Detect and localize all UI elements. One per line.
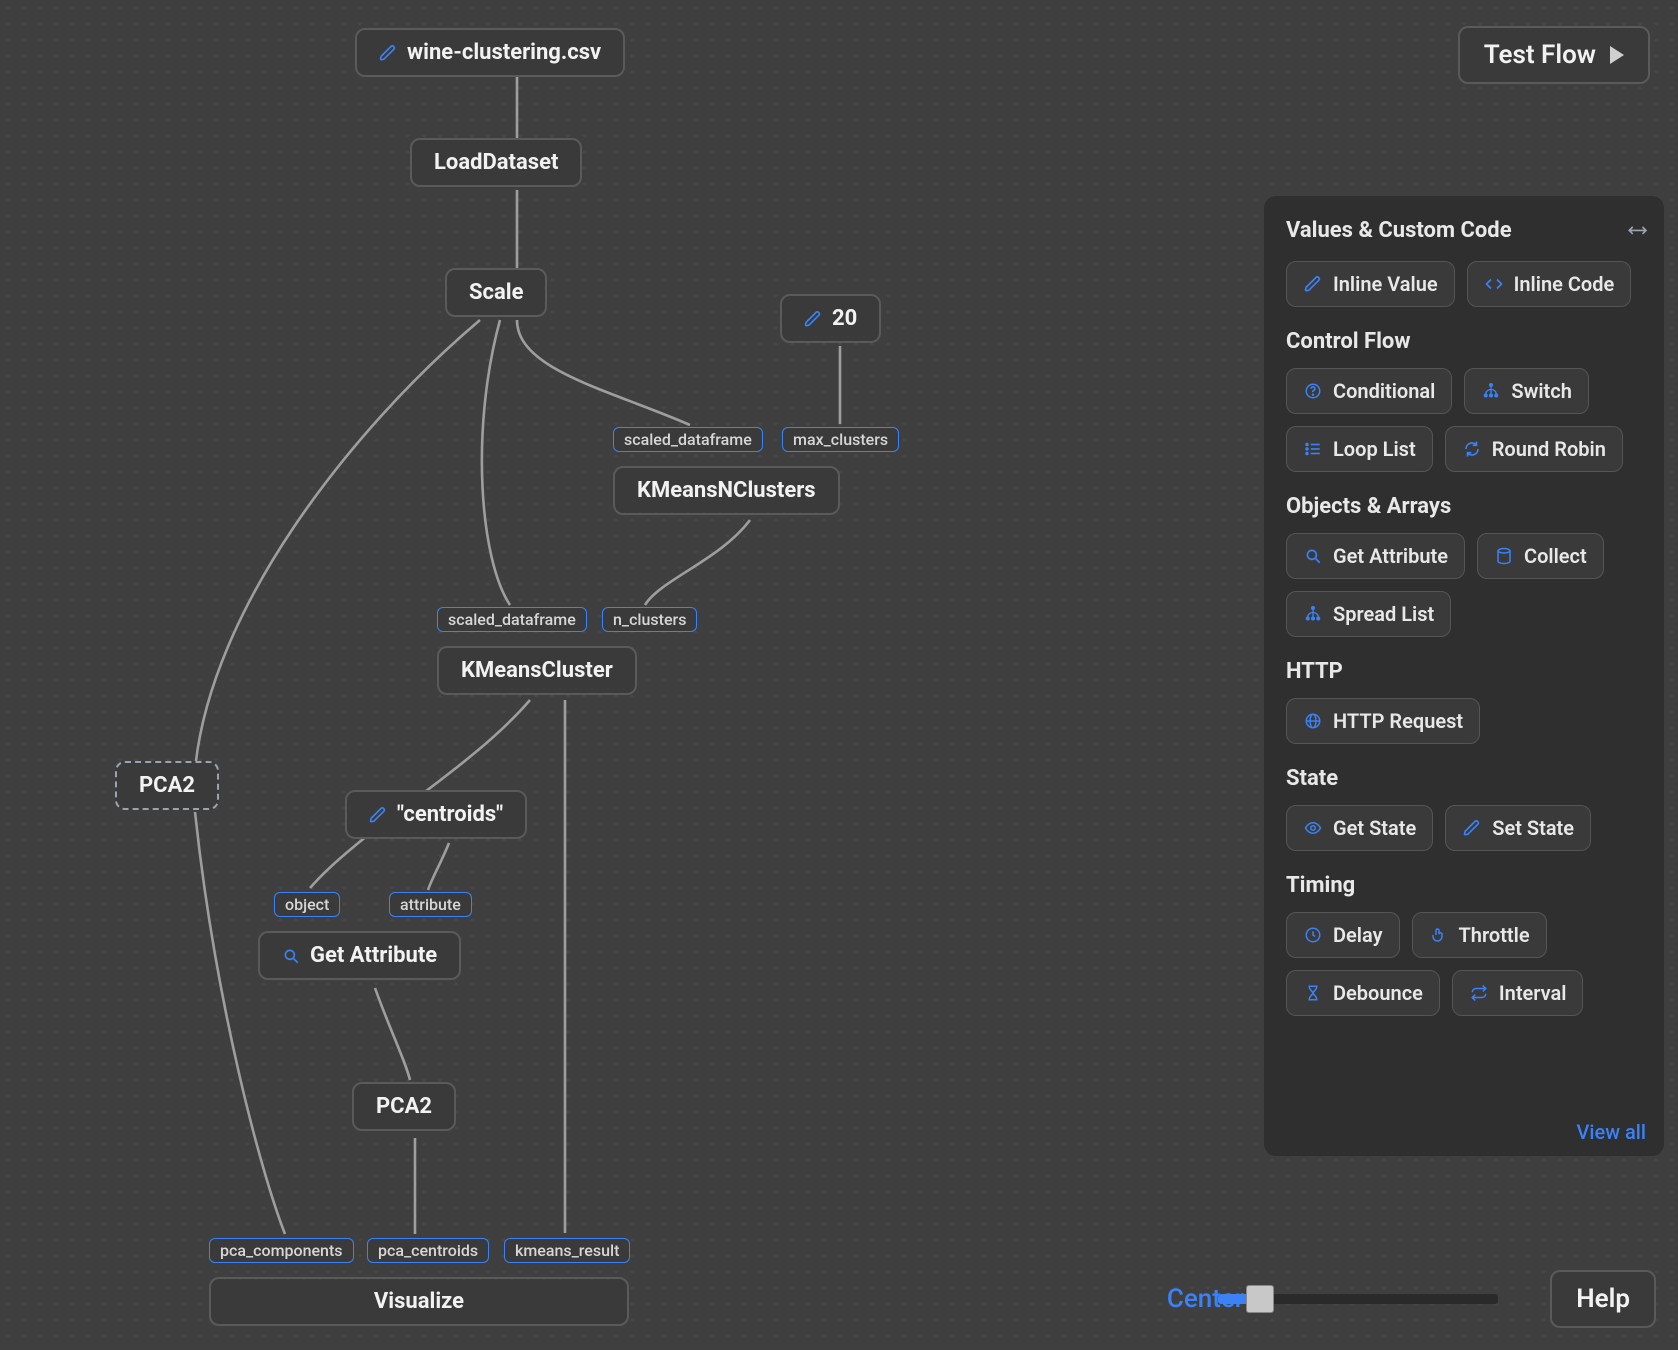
- palette-collect[interactable]: Collect: [1477, 533, 1604, 579]
- palette-http-request[interactable]: HTTP Request: [1286, 698, 1480, 744]
- slider-thumb[interactable]: [1246, 1285, 1274, 1313]
- edit-icon: [379, 44, 397, 62]
- node-label: KMeansCluster: [461, 658, 613, 683]
- palette-inline-code[interactable]: Inline Code: [1467, 261, 1632, 307]
- node-pca2-placeholder[interactable]: PCA2: [115, 761, 219, 810]
- node-kmeans-n-clusters[interactable]: KMeansNClusters: [613, 466, 840, 515]
- node-label: KMeansNClusters: [637, 478, 816, 503]
- pen-icon: [1462, 819, 1482, 837]
- help-button[interactable]: Help: [1550, 1270, 1656, 1328]
- hourglass-icon: [1303, 984, 1323, 1002]
- node-label: PCA2: [139, 773, 195, 798]
- node-get-attribute[interactable]: Get Attribute: [258, 931, 461, 980]
- palette-get-attribute[interactable]: Get Attribute: [1286, 533, 1465, 579]
- cycle-icon: [1462, 440, 1482, 458]
- node-label: 20: [832, 306, 857, 331]
- node-label: "centroids": [397, 802, 503, 827]
- section-state: State: [1286, 766, 1644, 791]
- palette-spread-list[interactable]: Spread List: [1286, 591, 1451, 637]
- panel-title: Values & Custom Code: [1286, 218, 1512, 243]
- palette-conditional[interactable]: Conditional: [1286, 368, 1452, 414]
- globe-icon: [1303, 712, 1323, 730]
- palette-debounce[interactable]: Debounce: [1286, 970, 1440, 1016]
- clock-icon: [1303, 926, 1323, 944]
- node-visualize[interactable]: Visualize: [209, 1277, 629, 1326]
- palette-round-robin[interactable]: Round Robin: [1445, 426, 1623, 472]
- search-icon: [282, 947, 300, 965]
- list-icon: [1303, 440, 1323, 458]
- node-scale[interactable]: Scale: [445, 268, 547, 317]
- param-attribute[interactable]: attribute: [389, 892, 472, 917]
- node-label: LoadDataset: [434, 150, 558, 175]
- pen-icon: [1303, 275, 1323, 293]
- play-icon: [1610, 46, 1624, 64]
- node-kmeans-cluster[interactable]: KMeansCluster: [437, 646, 637, 695]
- flow-canvas[interactable]: wine-clustering.csv LoadDataset Scale 20…: [0, 0, 1678, 1350]
- param-pca-centroids[interactable]: pca_centroids: [367, 1238, 489, 1263]
- palette-interval[interactable]: Interval: [1452, 970, 1584, 1016]
- slider-track: [1218, 1294, 1498, 1304]
- hand-icon: [1429, 926, 1449, 944]
- param-object[interactable]: object: [274, 892, 340, 917]
- palette-inline-value[interactable]: Inline Value: [1286, 261, 1455, 307]
- node-pca2[interactable]: PCA2: [352, 1082, 456, 1131]
- node-label: Visualize: [374, 1289, 464, 1314]
- param-max-clusters[interactable]: max_clusters: [782, 427, 899, 452]
- edit-icon: [369, 806, 387, 824]
- param-scaled-dataframe-2[interactable]: scaled_dataframe: [437, 607, 587, 632]
- zoom-slider[interactable]: [1218, 1284, 1498, 1314]
- node-load-dataset[interactable]: LoadDataset: [410, 138, 582, 187]
- eye-icon: [1303, 819, 1323, 837]
- question-icon: [1303, 382, 1323, 400]
- param-kmeans-result[interactable]: kmeans_result: [504, 1238, 630, 1263]
- search-icon: [1303, 547, 1323, 565]
- test-flow-label: Test Flow: [1484, 40, 1596, 70]
- node-label: Scale: [469, 280, 523, 305]
- code-icon: [1484, 275, 1504, 293]
- palette-switch[interactable]: Switch: [1464, 368, 1588, 414]
- node-label: wine-clustering.csv: [407, 40, 601, 65]
- section-timing: Timing: [1286, 873, 1644, 898]
- param-scaled-dataframe[interactable]: scaled_dataframe: [613, 427, 763, 452]
- node-palette-panel: Values & Custom Code ⤢ Inline Value Inli…: [1264, 196, 1664, 1156]
- panel-fade: [1264, 1046, 1664, 1116]
- node-label: Get Attribute: [310, 943, 437, 968]
- palette-get-state[interactable]: Get State: [1286, 805, 1433, 851]
- section-http: HTTP: [1286, 659, 1644, 684]
- param-n-clusters[interactable]: n_clusters: [602, 607, 697, 632]
- collapse-icon[interactable]: ⤢: [1624, 218, 1649, 243]
- section-objects: Objects & Arrays: [1286, 494, 1644, 519]
- test-flow-button[interactable]: Test Flow: [1458, 26, 1650, 84]
- palette-loop-list[interactable]: Loop List: [1286, 426, 1433, 472]
- section-control-flow: Control Flow: [1286, 329, 1644, 354]
- branch-icon: [1481, 382, 1501, 400]
- node-label: PCA2: [376, 1094, 432, 1119]
- view-all-link[interactable]: View all: [1576, 1120, 1646, 1144]
- palette-set-state[interactable]: Set State: [1445, 805, 1591, 851]
- palette-throttle[interactable]: Throttle: [1412, 912, 1547, 958]
- repeat-icon: [1469, 984, 1489, 1002]
- node-twenty-literal[interactable]: 20: [780, 294, 881, 343]
- param-pca-components[interactable]: pca_components: [209, 1238, 354, 1263]
- palette-delay[interactable]: Delay: [1286, 912, 1400, 958]
- branch-icon: [1303, 605, 1323, 623]
- node-wine-csv[interactable]: wine-clustering.csv: [355, 28, 625, 77]
- db-icon: [1494, 547, 1514, 565]
- edit-icon: [804, 310, 822, 328]
- node-centroids-literal[interactable]: "centroids": [345, 790, 527, 839]
